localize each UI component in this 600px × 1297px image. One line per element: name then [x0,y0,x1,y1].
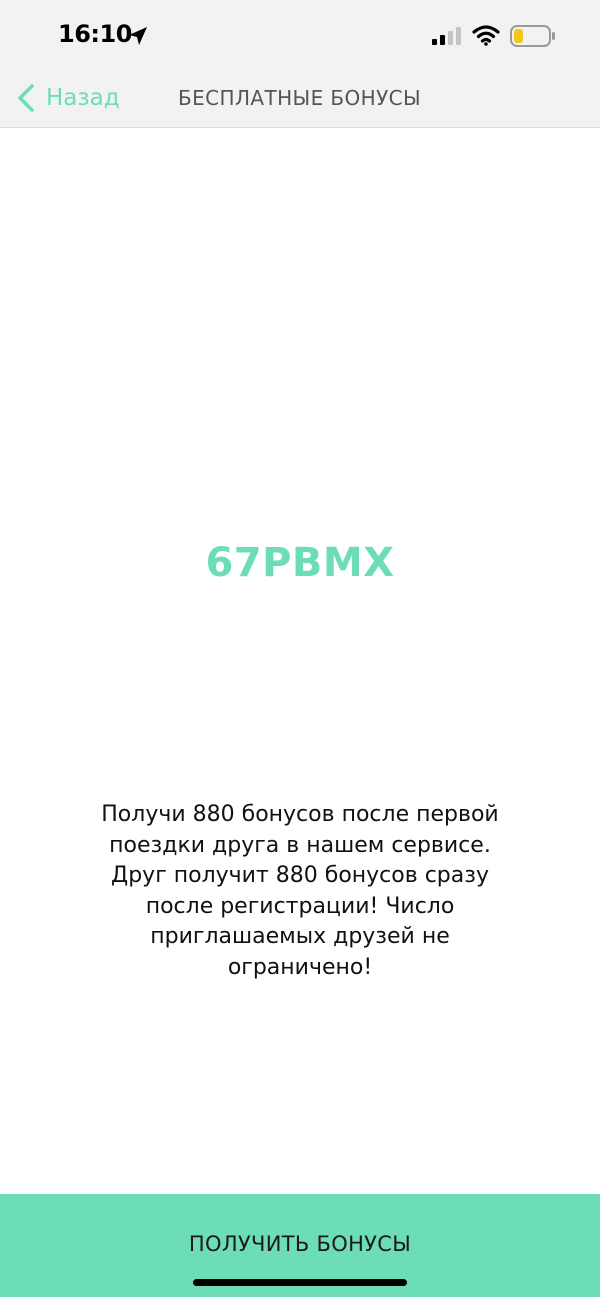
chevron-left-icon [18,84,34,112]
status-bar: 16:10 [0,0,600,70]
home-indicator [193,1279,407,1286]
navigation-bar: Назад БЕСПЛАТНЫЕ БОНУСЫ [0,70,600,128]
promo-description: Получи 880 бонусов после первой поездки … [101,802,499,980]
status-time: 16:10 [58,20,132,48]
promo-code: 67PBMX [205,540,395,586]
back-label: Назад [46,85,120,111]
cellular-signal-icon [432,27,461,45]
screen: 16:10 Назад БЕСПЛАТНЫЕ БОНУСЫ 67PBMX Пол… [0,0,600,1297]
back-button[interactable]: Назад [16,82,120,114]
get-bonus-label: ПОЛУЧИТЬ БОНУСЫ [188,1232,412,1256]
location-arrow-icon [129,27,147,45]
page-title: БЕСПЛАТНЫЕ БОНУСЫ [178,86,422,110]
battery-low-icon [510,25,555,47]
wifi-icon [472,25,500,46]
